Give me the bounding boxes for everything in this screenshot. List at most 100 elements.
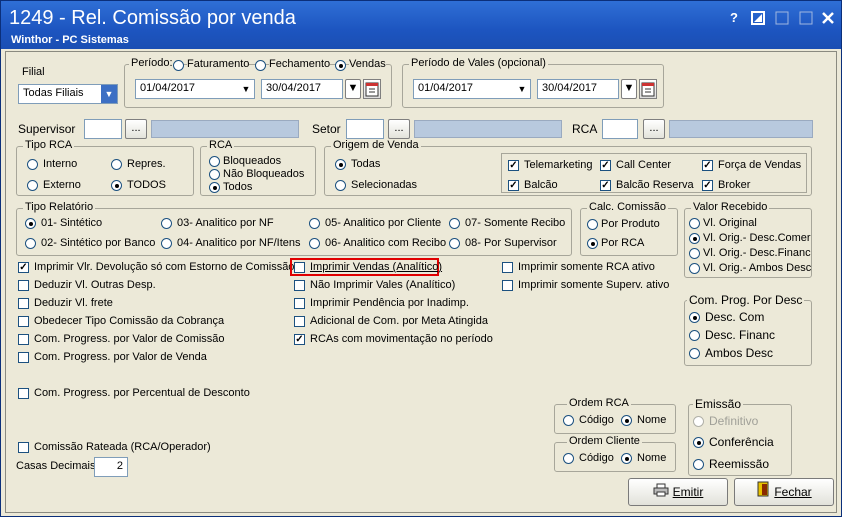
radio-vendas[interactable] xyxy=(335,60,346,71)
check-pendencia-inadimp[interactable] xyxy=(294,298,305,309)
calendar-icon[interactable] xyxy=(363,79,381,99)
radio-rel-06[interactable] xyxy=(309,238,320,249)
check-outras-desp[interactable] xyxy=(18,280,29,291)
radio-vl-desc-financ[interactable] xyxy=(689,248,700,259)
rca-lookup-button[interactable]: ... xyxy=(643,119,665,139)
minimize-icon[interactable] xyxy=(773,9,791,27)
radio-todos-label: TODOS xyxy=(127,179,166,191)
check-progress-valor-comissao[interactable] xyxy=(18,334,29,345)
radio-ordem-cliente-nome[interactable] xyxy=(621,453,632,464)
radio-vl-ambos-desc[interactable] xyxy=(689,263,700,274)
setor-code-input[interactable] xyxy=(346,119,384,139)
radio-conferencia[interactable] xyxy=(693,437,704,448)
chevron-down-icon[interactable]: ▼ xyxy=(101,85,117,103)
check-progress-valor-venda[interactable] xyxy=(18,352,29,363)
maximize-icon[interactable] xyxy=(797,9,815,27)
ordem-rca-label: Ordem RCA xyxy=(567,397,631,409)
radio-conferencia-label: Conferência xyxy=(709,435,774,449)
radio-rel-05[interactable] xyxy=(309,218,320,229)
filial-select[interactable]: Todas Filiais ▼ xyxy=(18,84,118,104)
radio-fechamento-label: Fechamento xyxy=(269,58,331,70)
radio-bloqueados[interactable] xyxy=(209,156,220,167)
radio-desc-com[interactable] xyxy=(689,312,700,323)
radio-vl-desc-comer[interactable] xyxy=(689,233,700,244)
radio-ordem-rca-nome[interactable] xyxy=(621,415,632,426)
fechar-button[interactable]: Fechar xyxy=(734,478,834,506)
radio-origem-todas[interactable] xyxy=(335,159,346,170)
radio-desc-financ[interactable] xyxy=(689,330,700,341)
tipo-relatorio-label: Tipo Relatório xyxy=(23,201,96,213)
calendar-icon[interactable] xyxy=(639,79,657,99)
check-progress-percentual-desconto[interactable] xyxy=(18,388,29,399)
check-forca-vendas[interactable]: ✓ xyxy=(702,160,713,171)
periodo-start-date[interactable]: 01/04/2017 ▼ xyxy=(135,79,255,99)
casas-decimais-input[interactable]: 2 xyxy=(94,457,128,477)
origem-venda-group: Origem de Venda Todas Selecionadas ✓ Tel… xyxy=(324,139,812,196)
setor-lookup-button[interactable]: ... xyxy=(388,119,410,139)
radio-rca-todos[interactable] xyxy=(209,182,220,193)
check-comissao-rateada[interactable] xyxy=(18,442,29,453)
check-balcao-reserva[interactable]: ✓ xyxy=(600,180,611,191)
check-tipo-comissao-cobranca[interactable] xyxy=(18,316,29,327)
radio-ordem-cliente-codigo[interactable] xyxy=(563,453,574,464)
check-adicional-meta[interactable] xyxy=(294,316,305,327)
vales-start-date[interactable]: 01/04/2017 ▼ xyxy=(413,79,531,99)
chevron-down-icon[interactable]: ▼ xyxy=(514,80,530,98)
emitir-button[interactable]: Emitir xyxy=(628,478,728,506)
radio-fechamento[interactable] xyxy=(255,60,266,71)
check-telemarketing[interactable]: ✓ xyxy=(508,160,519,171)
casas-decimais-value: 2 xyxy=(116,460,123,472)
radio-por-produto[interactable] xyxy=(587,219,598,230)
radio-rel-04[interactable] xyxy=(161,238,172,249)
check-imprimir-vendas-analitico[interactable] xyxy=(294,262,305,273)
check-devolucao-estorno[interactable]: ✓ xyxy=(18,262,29,273)
check-nao-imprimir-vales[interactable] xyxy=(294,280,305,291)
check-somente-superv-ativo[interactable] xyxy=(502,280,513,291)
radio-por-rca[interactable] xyxy=(587,238,598,249)
supervisor-code-input[interactable] xyxy=(84,119,122,139)
check-imprimir-vendas-analitico-label: Imprimir Vendas (Analítico) xyxy=(310,261,443,273)
radio-origem-selecionadas[interactable] xyxy=(335,180,346,191)
chevron-down-icon[interactable]: ▼ xyxy=(238,80,254,98)
radio-ambos-desc[interactable] xyxy=(689,348,700,359)
supervisor-lookup-button[interactable]: ... xyxy=(125,119,147,139)
radio-nao-bloqueados[interactable] xyxy=(209,169,220,180)
radio-rel-08[interactable] xyxy=(449,238,460,249)
radio-rel-02[interactable] xyxy=(25,238,36,249)
check-balcao[interactable]: ✓ xyxy=(508,180,519,191)
rca-status-group: RCA Bloqueados Não Bloqueados Todos xyxy=(200,139,316,196)
supervisor-label: Supervisor xyxy=(18,122,76,136)
restore-icon[interactable] xyxy=(749,9,767,27)
periodo-vales-label: Período de Vales (opcional) xyxy=(409,57,548,69)
radio-repres[interactable] xyxy=(111,159,122,170)
chevron-down-icon[interactable]: ▼ xyxy=(345,79,361,99)
radio-reemissao[interactable] xyxy=(693,459,704,470)
radio-rel-07[interactable] xyxy=(449,218,460,229)
vales-end-date[interactable]: 30/04/2017 xyxy=(537,79,619,99)
periodo-end-date[interactable]: 30/04/2017 xyxy=(261,79,343,99)
radio-ordem-cliente-nome-label: Nome xyxy=(637,452,667,464)
radio-rel-05-label: 05- Analitico por Cliente xyxy=(325,217,442,229)
setor-label: Setor xyxy=(312,122,341,136)
close-icon[interactable] xyxy=(819,9,837,27)
chevron-down-icon[interactable]: ▼ xyxy=(621,79,637,99)
radio-todos[interactable] xyxy=(111,180,122,191)
radio-faturamento[interactable] xyxy=(173,60,184,71)
radio-externo[interactable] xyxy=(27,180,38,191)
check-frete[interactable] xyxy=(18,298,29,309)
title-bar[interactable]: 1249 - Rel. Comissão por venda Winthor -… xyxy=(1,1,841,49)
check-rcas-movimentacao[interactable]: ✓ xyxy=(294,334,305,345)
radio-rel-01[interactable] xyxy=(25,218,36,229)
check-somente-rca-ativo[interactable] xyxy=(502,262,513,273)
radio-rel-03[interactable] xyxy=(161,218,172,229)
supervisor-name-display xyxy=(151,120,299,138)
rca-code-input[interactable] xyxy=(602,119,638,139)
radio-rel-01-label: 01- Sintético xyxy=(41,217,103,229)
check-broker[interactable]: ✓ xyxy=(702,180,713,191)
radio-ordem-rca-codigo[interactable] xyxy=(563,415,574,426)
help-icon[interactable]: ? xyxy=(725,9,743,27)
radio-interno[interactable] xyxy=(27,159,38,170)
radio-vl-original[interactable] xyxy=(689,218,700,229)
calc-comissao-group: Calc. Comissão Por Produto Por RCA xyxy=(580,201,678,256)
check-call-center[interactable]: ✓ xyxy=(600,160,611,171)
